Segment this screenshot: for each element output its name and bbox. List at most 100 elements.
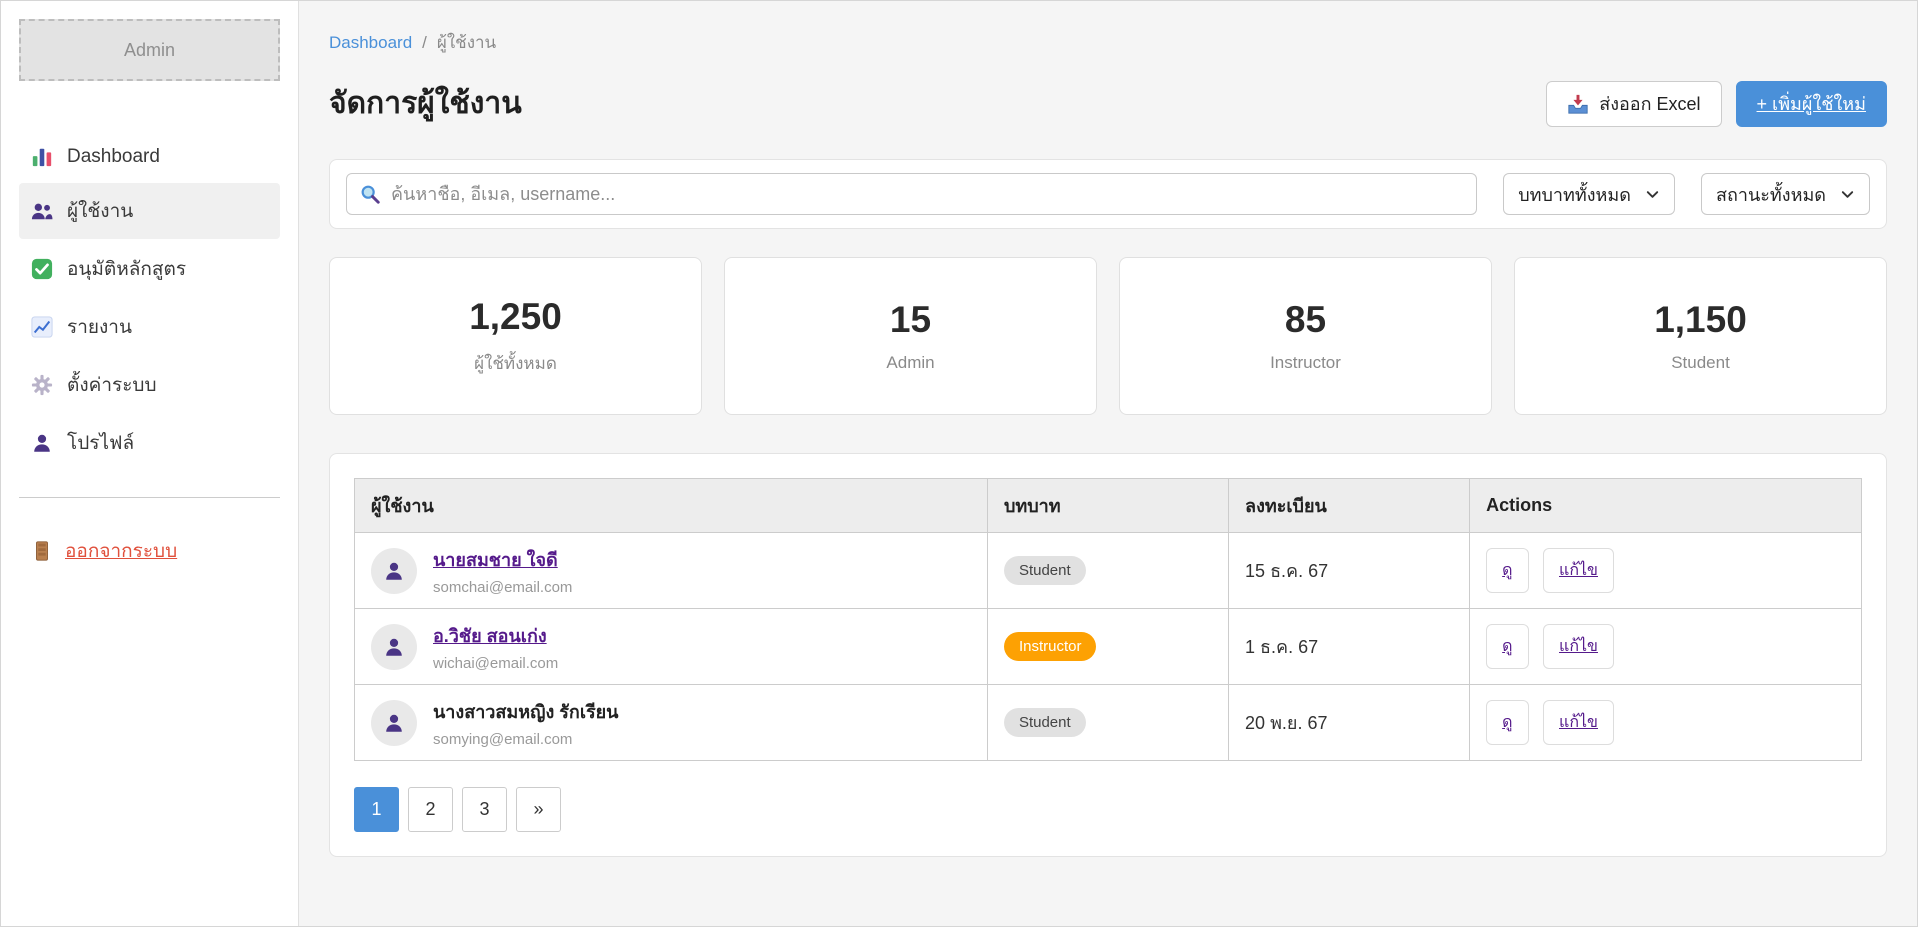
- sidebar-item-profile[interactable]: โปรไฟล์: [19, 415, 280, 471]
- avatar: [371, 548, 417, 594]
- status-filter-select[interactable]: สถานะทั้งหมด: [1701, 173, 1870, 215]
- breadcrumb-separator: /: [422, 33, 427, 53]
- user-email: somying@email.com: [433, 731, 618, 748]
- export-excel-label: ส่งออก Excel: [1599, 89, 1700, 118]
- user-name-link[interactable]: นายสมชาย ใจดี: [433, 550, 558, 570]
- avatar: [371, 624, 417, 670]
- table-header-row: ผู้ใช้งาน บทบาท ลงทะเบียน Actions: [355, 479, 1862, 533]
- table-row: นายสมชาย ใจดี somchai@email.com Student …: [355, 533, 1862, 609]
- stats-row: 1,250 ผู้ใช้ทั้งหมด 15 Admin 85 Instruct…: [329, 257, 1887, 415]
- stat-label: ผู้ใช้ทั้งหมด: [474, 350, 557, 377]
- user-name: นางสาวสมหญิง รักเรียน: [433, 702, 618, 722]
- column-header-role: บทบาท: [987, 479, 1228, 533]
- door-icon: [31, 540, 53, 562]
- title-buttons: ส่งออก Excel + เพิ่มผู้ใช้ใหม่: [1546, 81, 1887, 127]
- sidebar-item-label: อนุมัติหลักสูตร: [67, 254, 186, 284]
- user-meta: อ.วิชัย สอนเก่ง wichai@email.com: [433, 621, 558, 672]
- role-filter-value: บทบาททั้งหมด: [1518, 180, 1631, 209]
- sidebar-brand-label: Admin: [124, 40, 175, 61]
- sidebar-item-label: Dashboard: [67, 146, 160, 168]
- stat-card-total-users: 1,250 ผู้ใช้ทั้งหมด: [329, 257, 702, 415]
- sidebar-item-settings[interactable]: ตั้งค่าระบบ: [19, 357, 280, 413]
- edit-button[interactable]: แก้ไข: [1543, 700, 1614, 745]
- stat-card-student: 1,150 Student: [1514, 257, 1887, 415]
- sidebar-brand: Admin: [19, 19, 280, 81]
- status-filter-value: สถานะทั้งหมด: [1716, 180, 1826, 209]
- column-header-registered: ลงทะเบียน: [1229, 479, 1470, 533]
- view-button[interactable]: ดู: [1486, 624, 1528, 669]
- column-header-actions: Actions: [1470, 479, 1862, 533]
- app-window: Admin Dashboard ผู้ใช้งาน อนุมัติหลักสูต…: [0, 0, 1918, 927]
- search-input[interactable]: [391, 184, 1464, 205]
- registered-date: 1 ธ.ค. 67: [1245, 637, 1318, 657]
- user-cell: อ.วิชัย สอนเก่ง wichai@email.com: [371, 621, 971, 672]
- sidebar-item-dashboard[interactable]: Dashboard: [19, 133, 280, 181]
- sidebar-item-reports[interactable]: รายงาน: [19, 299, 280, 355]
- breadcrumb-dashboard-link[interactable]: Dashboard: [329, 33, 412, 53]
- chevron-down-icon: [1840, 187, 1855, 202]
- page-title: จัดการผู้ใช้งาน: [329, 80, 522, 127]
- role-filter-select[interactable]: บทบาททั้งหมด: [1503, 173, 1675, 215]
- add-user-button[interactable]: + เพิ่มผู้ใช้ใหม่: [1736, 81, 1887, 127]
- search-icon: [359, 183, 381, 205]
- table-row: นางสาวสมหญิง รักเรียน somying@email.com …: [355, 685, 1862, 761]
- pagination: 1 2 3 »: [354, 787, 1862, 832]
- chevron-down-icon: [1645, 187, 1660, 202]
- stat-label: Student: [1671, 353, 1730, 373]
- bar-chart-icon: [31, 146, 53, 168]
- users-icon: [31, 200, 53, 222]
- inbox-tray-icon: [1567, 93, 1589, 115]
- stat-value: 15: [890, 299, 931, 341]
- sidebar-item-label: โปรไฟล์: [67, 428, 134, 458]
- stat-value: 1,150: [1654, 299, 1747, 341]
- edit-button[interactable]: แก้ไข: [1543, 624, 1614, 669]
- person-icon: [383, 560, 405, 582]
- add-user-label: + เพิ่มผู้ใช้ใหม่: [1757, 89, 1866, 118]
- edit-button[interactable]: แก้ไข: [1543, 548, 1614, 593]
- logout-link[interactable]: ออกจากระบบ: [19, 532, 280, 570]
- page-button-next[interactable]: »: [516, 787, 561, 832]
- check-icon: [31, 258, 53, 280]
- registered-date: 20 พ.ย. 67: [1245, 713, 1327, 733]
- role-badge: Student: [1004, 556, 1086, 585]
- main-content: Dashboard / ผู้ใช้งาน จัดการผู้ใช้งาน ส่…: [299, 1, 1917, 926]
- sidebar-item-label: รายงาน: [67, 312, 132, 342]
- stat-value: 85: [1285, 299, 1326, 341]
- user-email: somchai@email.com: [433, 579, 572, 596]
- filter-card: บทบาททั้งหมด สถานะทั้งหมด: [329, 159, 1887, 229]
- page-button-1[interactable]: 1: [354, 787, 399, 832]
- stat-label: Admin: [886, 353, 934, 373]
- view-button[interactable]: ดู: [1486, 700, 1528, 745]
- person-icon: [383, 712, 405, 734]
- role-badge: Student: [1004, 708, 1086, 737]
- gear-icon: [31, 374, 53, 396]
- stat-card-instructor: 85 Instructor: [1119, 257, 1492, 415]
- sidebar: Admin Dashboard ผู้ใช้งาน อนุมัติหลักสูต…: [1, 1, 299, 926]
- sidebar-item-label: ตั้งค่าระบบ: [67, 370, 157, 400]
- sidebar-item-course-approval[interactable]: อนุมัติหลักสูตร: [19, 241, 280, 297]
- user-name-link[interactable]: อ.วิชัย สอนเก่ง: [433, 626, 547, 646]
- title-row: จัดการผู้ใช้งาน ส่งออก Excel + เพิ่มผู้ใ…: [329, 80, 1887, 127]
- stat-card-admin: 15 Admin: [724, 257, 1097, 415]
- person-icon: [31, 432, 53, 454]
- column-header-user: ผู้ใช้งาน: [355, 479, 988, 533]
- users-table: ผู้ใช้งาน บทบาท ลงทะเบียน Actions: [354, 478, 1862, 761]
- logout-label: ออกจากระบบ: [65, 536, 177, 566]
- view-button[interactable]: ดู: [1486, 548, 1528, 593]
- user-cell: นายสมชาย ใจดี somchai@email.com: [371, 545, 971, 596]
- user-cell: นางสาวสมหญิง รักเรียน somying@email.com: [371, 697, 971, 748]
- avatar: [371, 700, 417, 746]
- sidebar-item-users[interactable]: ผู้ใช้งาน: [19, 183, 280, 239]
- users-table-card: ผู้ใช้งาน บทบาท ลงทะเบียน Actions: [329, 453, 1887, 857]
- user-meta: นางสาวสมหญิง รักเรียน somying@email.com: [433, 697, 618, 748]
- export-excel-button[interactable]: ส่งออก Excel: [1546, 81, 1721, 127]
- sidebar-item-label: ผู้ใช้งาน: [67, 196, 133, 226]
- stat-label: Instructor: [1270, 353, 1341, 373]
- search-box: [346, 173, 1477, 215]
- person-icon: [383, 636, 405, 658]
- user-meta: นายสมชาย ใจดี somchai@email.com: [433, 545, 572, 596]
- breadcrumb: Dashboard / ผู้ใช้งาน: [329, 29, 1887, 56]
- stat-value: 1,250: [469, 296, 562, 338]
- page-button-2[interactable]: 2: [408, 787, 453, 832]
- page-button-3[interactable]: 3: [462, 787, 507, 832]
